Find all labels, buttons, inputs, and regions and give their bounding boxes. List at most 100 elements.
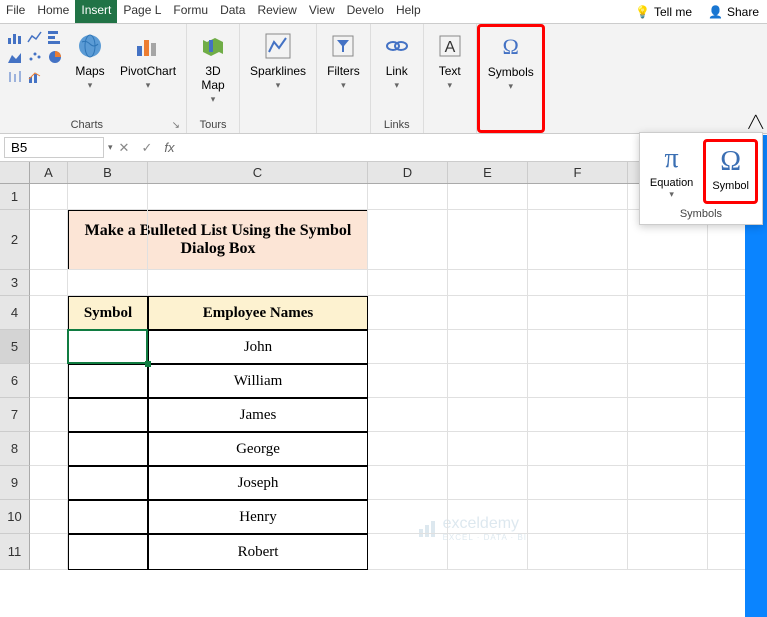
tab-developer[interactable]: Develo [341,0,390,23]
fx-icon[interactable]: fx [158,140,180,155]
col-header-C[interactable]: C [148,162,368,183]
tab-insert[interactable]: Insert [75,0,117,23]
equation-label: Equation [650,177,693,189]
text-label: Text [439,64,461,78]
table-cell-name-4[interactable]: George [148,432,368,466]
table-cell-name-7[interactable]: Robert [148,534,368,570]
row-header-4[interactable]: 4 [0,296,30,330]
bar-chart-icon[interactable] [7,29,23,45]
table-cell-symbol-7[interactable] [68,534,148,570]
tab-file[interactable]: File [0,0,31,23]
row-header-3[interactable]: 3 [0,270,30,296]
watermark-icon [417,519,437,539]
table-cell-symbol-2[interactable] [68,364,148,398]
table-header-names[interactable]: Employee Names [148,296,368,330]
filter-icon [327,30,359,62]
row-header-2[interactable]: 2 [0,210,30,270]
symbols-button[interactable]: Ω Symbols ▾ [484,29,538,94]
symbols-dropdown: π Equation ▾ Ω Symbol Symbols [639,132,763,225]
share-button[interactable]: 👤 Share [700,0,767,23]
watermark-brand: exceldemy [443,515,527,533]
area-chart-icon[interactable] [7,49,23,65]
watermark-tag: EXCEL · DATA · BI [443,533,527,542]
fill-handle[interactable] [145,361,151,367]
col-header-A[interactable]: A [30,162,68,183]
chevron-down-icon: ▾ [146,80,151,91]
charts-dialog-launcher[interactable]: ↘ [172,120,180,131]
row-header-1[interactable]: 1 [0,184,30,210]
tab-view[interactable]: View [303,0,341,23]
table-cell-symbol-4[interactable] [68,432,148,466]
link-button[interactable]: Link ▾ [377,28,417,93]
filters-label: Filters [327,64,360,78]
table-cell-name-2[interactable]: William [148,364,368,398]
tab-data[interactable]: Data [214,0,251,23]
table-cell-symbol-6[interactable] [68,500,148,534]
hbar-chart-icon[interactable] [47,29,63,45]
col-header-D[interactable]: D [368,162,448,183]
link-label: Link [386,64,408,78]
chevron-down-icon: ▾ [341,80,346,91]
row-header-11[interactable]: 11 [0,534,30,570]
symbol-label: Symbol [712,180,749,192]
title-merged-cell[interactable]: Make a Bulleted List Using the Symbol Di… [68,210,368,270]
omega-icon: Ω [495,31,527,63]
table-cell-name-1[interactable]: John [148,330,368,364]
equation-button[interactable]: π Equation ▾ [644,139,699,204]
table-cell-symbol-5[interactable] [68,466,148,500]
share-label: Share [727,5,759,19]
row-header-7[interactable]: 7 [0,398,30,432]
scatter-chart-icon[interactable] [27,49,43,65]
select-all-corner[interactable] [0,162,30,183]
col-header-F[interactable]: F [528,162,628,183]
table-cell-name-3[interactable]: James [148,398,368,432]
pie-chart-icon[interactable] [47,49,63,65]
tab-help[interactable]: Help [390,0,427,23]
collapse-ribbon-button[interactable]: ╱╲ [749,115,763,129]
tellme-button[interactable]: 💡 Tell me [627,0,700,23]
cancel-formula-button[interactable]: ✕ [113,140,136,156]
table-cell-name-6[interactable]: Henry [148,500,368,534]
tours-group-label: Tours [193,117,233,131]
table-header-symbol[interactable]: Symbol [68,296,148,330]
row-header-10[interactable]: 10 [0,500,30,534]
active-cell-outline [67,329,148,364]
text-group-label [430,117,470,131]
accept-formula-button[interactable]: ✓ [135,140,158,156]
row-header-8[interactable]: 8 [0,432,30,466]
table-cell-name-5[interactable]: Joseph [148,466,368,500]
name-box[interactable] [4,137,104,158]
row-header-5[interactable]: 5 [0,330,30,364]
omega-icon: Ω [720,146,741,178]
pivotchart-icon [132,30,164,62]
pivotchart-button[interactable]: PivotChart ▾ [116,28,180,93]
3dmap-button[interactable]: 3D Map ▾ [193,28,233,107]
combo-chart-icon[interactable] [27,69,43,85]
charts-group-label: Charts [6,117,168,131]
symbols-dropdown-group-label: Symbols [644,204,758,222]
tab-review[interactable]: Review [251,0,302,23]
row-headers: 1234567891011 [0,184,30,570]
grid[interactable]: Make a Bulleted List Using the Symbol Di… [30,184,767,570]
pivotchart-label: PivotChart [120,64,176,78]
filters-button[interactable]: Filters ▾ [323,28,364,93]
group-filters: Filters ▾ [317,24,371,133]
sparklines-group-label [246,117,310,131]
maps-button[interactable]: Maps ▾ [70,28,110,93]
links-group-label: Links [377,117,417,131]
chevron-down-icon: ▾ [276,80,281,91]
row-header-6[interactable]: 6 [0,364,30,398]
sparklines-button[interactable]: Sparklines ▾ [246,28,310,93]
table-cell-symbol-3[interactable] [68,398,148,432]
line-chart-icon[interactable] [27,29,43,45]
text-button[interactable]: A Text ▾ [430,28,470,93]
tab-home[interactable]: Home [31,0,75,23]
col-header-E[interactable]: E [448,162,528,183]
tab-page-layout[interactable]: Page L [117,0,167,23]
chart-gallery[interactable] [6,28,64,86]
stock-chart-icon[interactable] [7,69,23,85]
row-header-9[interactable]: 9 [0,466,30,500]
tab-formulas[interactable]: Formu [167,0,214,23]
col-header-B[interactable]: B [68,162,148,183]
symbol-button[interactable]: Ω Symbol [703,139,758,204]
